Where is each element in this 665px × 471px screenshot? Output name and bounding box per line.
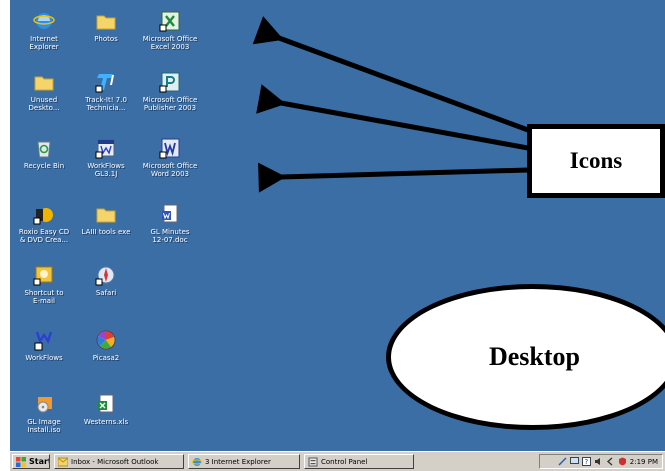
disc-image-icon	[37, 397, 52, 413]
desktop-icon-label: Westerns.xls	[83, 418, 129, 426]
monitor-icon[interactable]	[569, 457, 579, 466]
desktop-icon-label: LAIII tools exe	[81, 228, 131, 236]
email-shortcut-icon	[33, 266, 53, 286]
desktop-icon-label: GL Minutes 12-07.doc	[150, 228, 190, 244]
desktop-icon-label: Safari	[95, 289, 117, 297]
speaker-icon[interactable]	[594, 457, 603, 466]
desktop-icon-recycle-bin[interactable]: Recycle Bin	[12, 137, 76, 170]
taskbar-button-control-panel[interactable]: Control Panel	[304, 454, 414, 469]
desktop-icon-roxio[interactable]: Roxio Easy CD & DVD Crea...	[12, 203, 76, 244]
desktop-icon-label: WorkFlows GL3.1J	[87, 162, 125, 178]
desktop-icon-label: Recycle Bin	[23, 162, 65, 170]
system-tray: ? 2:19 PM	[539, 454, 663, 469]
desktop-icon-internet-explorer[interactable]: Internet Explorer	[12, 10, 76, 51]
taskbar-button-label: 3 Internet Explorer	[205, 457, 271, 466]
svg-text:?: ?	[584, 458, 588, 466]
outlook-icon	[58, 457, 68, 466]
internet-explorer-icon	[192, 457, 202, 466]
desktop-icon-safari[interactable]: Safari	[74, 264, 138, 297]
publisher-icon	[159, 72, 180, 93]
annotated-screenshot: Internet Explorer Unused Deskto... Recyc…	[0, 0, 665, 471]
network-icon[interactable]	[558, 457, 567, 466]
desktop-icon-label: WorkFlows	[25, 354, 63, 362]
track-it-icon	[95, 74, 114, 93]
internet-explorer-icon	[33, 13, 55, 29]
desktop-icon-unused-desktop[interactable]: Unused Deskto...	[12, 71, 76, 112]
desktop-icon-photos[interactable]: Photos	[74, 10, 138, 43]
help-icon[interactable]: ?	[581, 457, 591, 466]
desktop-icon-label: Roxio Easy CD & DVD Crea...	[18, 228, 70, 244]
folder-icon	[34, 76, 54, 91]
start-button[interactable]: Start	[12, 454, 50, 469]
recycle-bin-icon	[37, 141, 51, 158]
desktop-icon-word-2003[interactable]: Microsoft Office Word 2003	[138, 137, 202, 178]
desktop-icon-label: Microsoft Office Publisher 2003	[142, 96, 198, 112]
word-document-icon	[162, 204, 178, 223]
desktop-icon-workflows[interactable]: WorkFlows	[12, 329, 76, 362]
taskbar-button-label: Inbox - Microsoft Outlook	[71, 457, 159, 466]
excel-document-icon	[98, 394, 114, 413]
workflows-doc-icon	[95, 139, 115, 159]
start-label: Start	[29, 457, 50, 466]
roxio-icon	[33, 208, 53, 225]
desktop-icon-westerns[interactable]: Westerns.xls	[74, 393, 138, 426]
desktop-icon-label: Internet Explorer	[29, 35, 59, 51]
control-panel-icon	[308, 457, 318, 466]
desktop-callout: Desktop	[386, 284, 665, 430]
excel-icon	[159, 11, 180, 32]
windows-logo-icon	[16, 456, 26, 467]
desktop-icon-label: Microsoft Office Word 2003	[142, 162, 198, 178]
desktop-icon-label: Unused Deskto...	[28, 96, 60, 112]
desktop-icon-label: Track-It! 7.0 Technicia...	[85, 96, 127, 112]
desktop-icon-excel-2003[interactable]: Microsoft Office Excel 2003	[138, 10, 202, 51]
desktop-icon-label: Photos	[94, 35, 118, 43]
word-icon	[159, 138, 180, 159]
taskbar-button-internet-explorer[interactable]: 3 Internet Explorer	[188, 454, 300, 469]
desktop-icon-laiii-tools[interactable]: LAIII tools exe	[74, 203, 138, 236]
desktop-callout-label: Desktop	[488, 342, 580, 371]
desktop-icon-label: GL Image Install.iso	[27, 418, 61, 434]
desktop-icon-track-it[interactable]: Track-It! 7.0 Technicia...	[74, 71, 138, 112]
icons-callout-label: Icons	[569, 148, 623, 173]
folder-icon	[96, 208, 116, 223]
expand-tray-icon[interactable]	[606, 457, 615, 466]
desktop-icon-picasa2[interactable]: Picasa2	[74, 329, 138, 362]
taskbar-button-outlook[interactable]: Inbox - Microsoft Outlook	[54, 454, 184, 469]
icons-callout: Icons	[527, 124, 665, 198]
desktop-icon-gl-minutes[interactable]: GL Minutes 12-07.doc	[138, 203, 202, 244]
clock[interactable]: 2:19 PM	[630, 458, 658, 466]
picasa-icon	[96, 330, 116, 350]
safari-icon	[95, 266, 115, 286]
desktop-icon-gl-image[interactable]: GL Image Install.iso	[12, 393, 76, 434]
folder-icon	[96, 15, 116, 30]
desktop-icon-label: Picasa2	[92, 354, 120, 362]
taskbar-button-label: Control Panel	[321, 457, 368, 466]
workflows-icon	[34, 331, 53, 351]
taskbar: Start Inbox - Microsoft Outlook 3 Intern…	[10, 451, 665, 471]
desktop-icon-shortcut-email[interactable]: Shortcut to E-mail	[12, 264, 76, 305]
desktop-icon-workflows-gl[interactable]: WorkFlows GL3.1J	[74, 137, 138, 178]
desktop-icon-label: Shortcut to E-mail	[24, 289, 64, 305]
desktop-icon-label: Microsoft Office Excel 2003	[142, 35, 198, 51]
security-shield-icon[interactable]	[618, 457, 627, 466]
desktop-icon-publisher-2003[interactable]: Microsoft Office Publisher 2003	[138, 71, 202, 112]
